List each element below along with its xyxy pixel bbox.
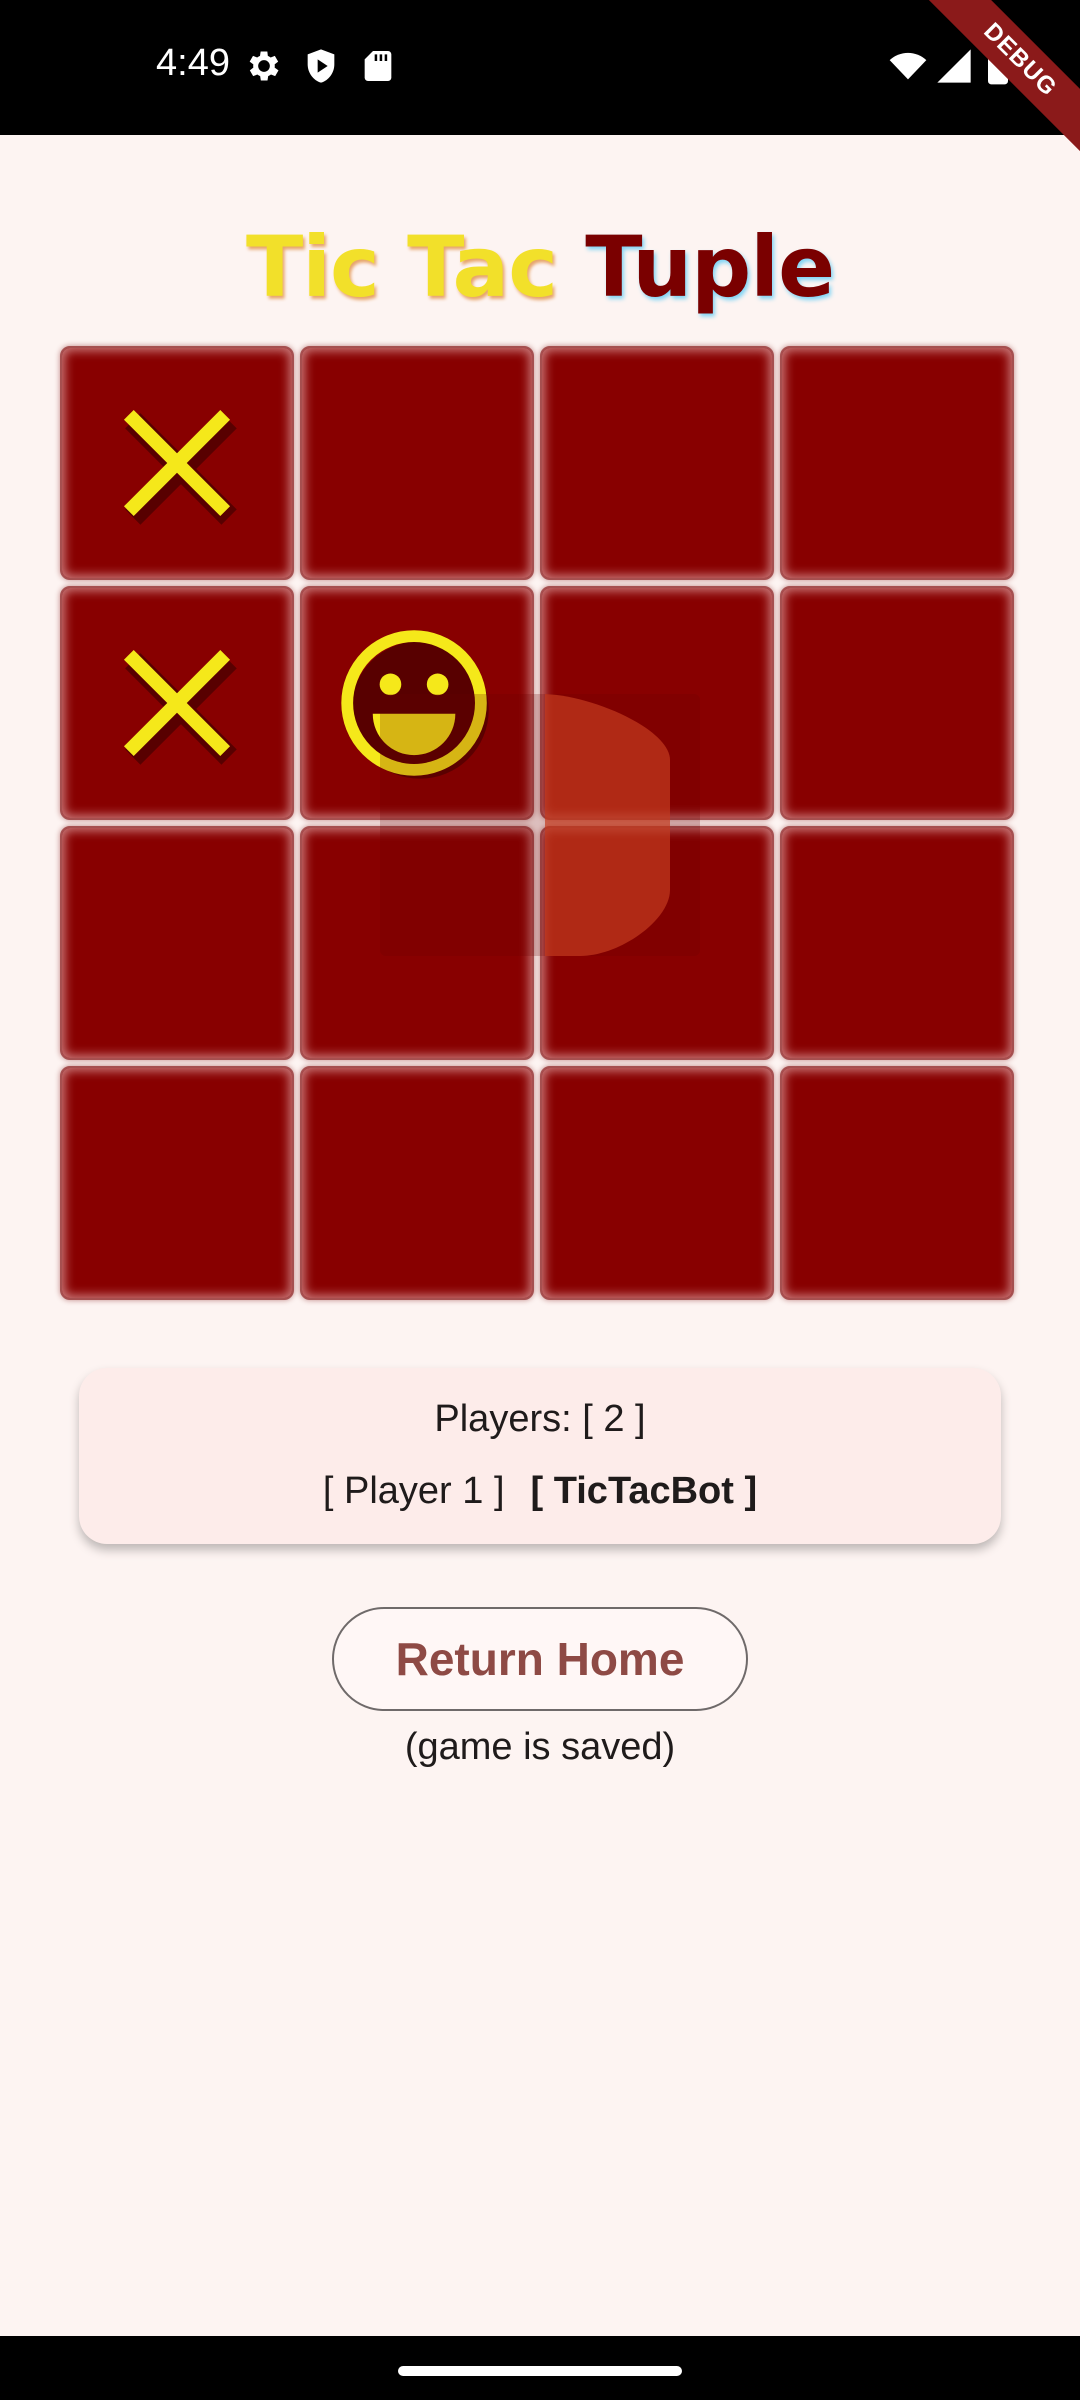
board-cell-2-2[interactable] — [540, 826, 774, 1060]
smiley-mark-icon — [341, 630, 489, 779]
home-gesture-handle[interactable] — [398, 2366, 682, 2376]
board-cell-2-0[interactable] — [60, 826, 294, 1060]
player-1-label: [ Player 1 ] — [322, 1470, 505, 1512]
board-cell-2-3[interactable] — [780, 826, 1014, 1060]
shield-play-icon — [301, 46, 341, 86]
return-home-button[interactable]: Return Home — [332, 1607, 748, 1711]
board-cell-1-2[interactable] — [540, 586, 774, 820]
sd-card-icon — [358, 46, 398, 86]
x-mark-icon — [123, 409, 237, 525]
title-part-1: Tic Tac — [245, 218, 558, 316]
players-row: [ Player 1 ] [ TicTacBot ] — [79, 1470, 1001, 1513]
player-2-label: [ TicTacBot ] — [530, 1470, 758, 1512]
debug-banner: DEBUG — [920, 0, 1080, 160]
board-cell-1-0[interactable] — [60, 586, 294, 820]
game-board — [60, 346, 1022, 1308]
board-cell-1-1[interactable] — [300, 586, 534, 820]
saved-note: (game is saved) — [404, 1726, 676, 1768]
board-cell-2-1[interactable] — [300, 826, 534, 1060]
board-cell-3-0[interactable] — [60, 1066, 294, 1300]
debug-label: DEBUG — [920, 0, 1080, 160]
board-cell-3-1[interactable] — [300, 1066, 534, 1300]
status-bar: 4:49 DEBUG — [0, 0, 1080, 160]
status-time: 4:49 — [156, 42, 230, 84]
board-cell-0-2[interactable] — [540, 346, 774, 580]
players-card: Players: [ 2 ] [ Player 1 ] [ TicTacBot ] — [79, 1368, 1001, 1544]
board-cell-0-3[interactable] — [780, 346, 1014, 580]
board-cell-3-2[interactable] — [540, 1066, 774, 1300]
board-cell-0-1[interactable] — [300, 346, 534, 580]
board-cell-3-3[interactable] — [780, 1066, 1014, 1300]
gear-icon — [244, 46, 284, 86]
page-title: Tic Tac Tuple — [0, 218, 1080, 316]
players-count: Players: [ 2 ] — [434, 1398, 646, 1440]
x-mark-icon — [123, 649, 237, 765]
title-part-2: Tuple — [585, 218, 835, 316]
board-cell-0-0[interactable] — [60, 346, 294, 580]
board-cell-1-3[interactable] — [780, 586, 1014, 820]
